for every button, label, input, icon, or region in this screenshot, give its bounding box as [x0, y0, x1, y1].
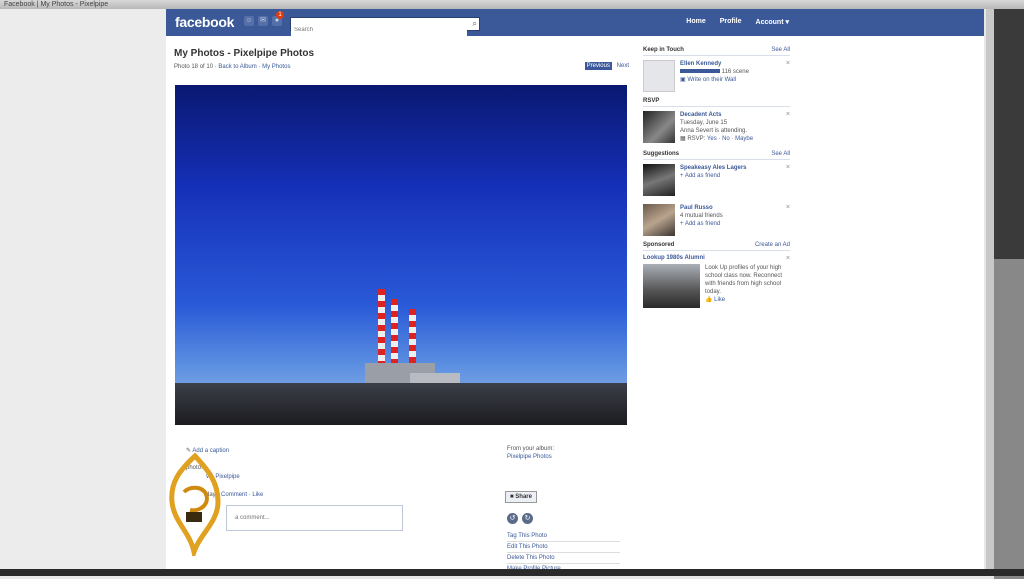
share-label: Share [515, 494, 532, 500]
window-titlebar: Facebook | My Photos - Pixelpipe [0, 0, 1024, 9]
rsvp-card: Decadent Acts Tuesday, June 15 Anna Seve… [643, 111, 790, 147]
top-navigation-bar: facebook ☺ ✉ ● 1 ⌕ Home Profile Account … [166, 9, 984, 36]
rsvp-no[interactable]: No [722, 136, 730, 142]
ad-like-label: Like [714, 297, 726, 303]
edit-photo-link[interactable]: Edit This Photo [507, 542, 620, 553]
previous-button[interactable]: Previous [584, 62, 612, 70]
close-icon[interactable]: × [786, 60, 790, 67]
ad-image[interactable] [643, 264, 700, 308]
event-thumbnail[interactable] [643, 111, 675, 143]
from-album-label: From your album: [507, 446, 555, 452]
window-title: Facebook | My Photos - Pixelpipe [4, 1, 109, 8]
comment-box [226, 505, 403, 531]
tag-photo-link[interactable]: Tag This Photo [507, 531, 620, 542]
search-box: ⌕ [290, 17, 480, 36]
sponsored-title: Sponsored [643, 242, 675, 248]
ad-title[interactable]: Lookup 1980s Alumni [643, 255, 790, 261]
suggestions-header: Suggestions See All [643, 151, 790, 160]
like-link[interactable]: Like [252, 492, 263, 498]
thumbs-up-icon: 👍 [705, 297, 715, 303]
top-nav-links: Home Profile Account ▾ [686, 18, 789, 26]
delete-photo-link[interactable]: Delete This Photo [507, 553, 620, 564]
suggestion-thumbnail[interactable] [643, 204, 675, 236]
friend-name[interactable]: Ellen Kennedy [680, 60, 790, 68]
keep-in-touch-header: Keep in Touch See All [643, 47, 790, 56]
city-skyline [175, 383, 627, 425]
rotate-right-icon[interactable]: ↻ [522, 513, 533, 524]
left-background [0, 9, 166, 576]
nav-profile[interactable]: Profile [720, 18, 742, 26]
search-icon[interactable]: ⌕ [473, 19, 477, 29]
rotate-left-icon[interactable]: ↺ [507, 513, 518, 524]
add-friend-label: Add as friend [684, 221, 721, 227]
friend-meta-row: 116 scene [680, 68, 790, 76]
create-ad-link[interactable]: Create an Ad [755, 242, 790, 248]
add-friend-label: Add as friend [684, 173, 721, 179]
suggestion-thumbnail[interactable] [643, 164, 675, 196]
background-application-window [994, 9, 1024, 579]
suggestion-name[interactable]: Paul Russo [680, 204, 790, 212]
add-friend-link[interactable]: + Add as friend [680, 172, 790, 180]
messages-icon[interactable]: ✉ [258, 16, 268, 26]
add-friend-link[interactable]: + Add as friend [680, 220, 790, 228]
back-to-album-link[interactable]: Back to Album [218, 64, 256, 70]
close-icon[interactable]: × [786, 204, 790, 211]
suggestions-title: Suggestions [643, 151, 680, 157]
event-name[interactable]: Decadent Acts [680, 111, 790, 119]
next-link[interactable]: Next [617, 63, 629, 69]
rsvp-maybe[interactable]: Maybe [735, 136, 753, 142]
ad-like-link[interactable]: 👍 Like [705, 296, 790, 304]
breadcrumb: Photo 18 of 10 · Back to Album · My Phot… [174, 64, 629, 70]
sponsored-header: Sponsored Create an Ad [643, 242, 790, 251]
write-on-wall-link[interactable]: ▣ Write on their Wall [680, 76, 790, 84]
rsvp-label: RSVP: [687, 136, 706, 142]
event-date: Tuesday, June 15 [680, 120, 728, 126]
album-link-wrap: Pixelpipe Photos [507, 454, 552, 460]
page-title: My Photos - Pixelpipe Photos [174, 48, 315, 59]
notification-count-badge: 1 [276, 11, 284, 19]
nav-account[interactable]: Account ▾ [756, 18, 789, 26]
suggestion-card: Paul Russo 4 mutual friends + Add as fri… [643, 204, 790, 240]
write-on-wall-label: Write on their Wall [687, 77, 737, 83]
photo-counter: Photo 18 of 10 [174, 64, 214, 70]
ad-card: Lookup 1980s Alumni × Look Up profiles o… [643, 255, 790, 315]
main-photo[interactable] [175, 85, 627, 425]
suggestion-name[interactable]: Speakeasy Ales Lagers [680, 164, 790, 172]
suggestions-see-all[interactable]: See All [771, 151, 790, 157]
avatar[interactable] [643, 60, 675, 92]
share-button[interactable]: ■ Share [505, 491, 537, 503]
facebook-logo[interactable]: facebook [175, 14, 234, 30]
ad-text: Look Up profiles of your high school cla… [705, 265, 783, 295]
right-sidebar: Keep in Touch See All Ellen Kennedy 116 … [643, 47, 790, 315]
event-attending: Anna Severt is attending. [680, 128, 748, 134]
nav-home[interactable]: Home [686, 18, 705, 26]
search-input[interactable] [291, 24, 467, 36]
background-panel [994, 259, 1024, 579]
album-name-link[interactable]: Pixelpipe Photos [507, 454, 552, 460]
close-icon[interactable]: × [786, 164, 790, 171]
photo-pager: Previous Next [584, 62, 629, 70]
keep-in-touch-card: Ellen Kennedy 116 scene ▣ Write on their… [643, 60, 790, 96]
progress-bar [680, 69, 720, 74]
bottom-edge [0, 569, 1024, 576]
browser-scrollbar[interactable] [986, 9, 994, 576]
broadcaster-logo-watermark [169, 452, 221, 556]
friend-meta: 116 scene [721, 69, 749, 75]
mutual-friends: 4 mutual friends [680, 213, 723, 219]
photo-main-column: My Photos - Pixelpipe Photos Photo 18 of… [174, 48, 629, 70]
close-icon[interactable]: × [786, 255, 790, 262]
keep-in-touch-title: Keep in Touch [643, 47, 684, 53]
keep-in-touch-see-all[interactable]: See All [771, 47, 790, 53]
rsvp-options: ▦ RSVP: Yes · No · Maybe [680, 136, 754, 142]
rotate-controls: ↺ ↻ [507, 513, 533, 524]
suggestion-card: Speakeasy Ales Lagers + Add as friend × [643, 164, 790, 200]
rsvp-header: RSVP [643, 98, 790, 107]
facebook-page: facebook ☺ ✉ ● 1 ⌕ Home Profile Account … [166, 9, 984, 575]
my-photos-link[interactable]: My Photos [262, 64, 290, 70]
rsvp-title: RSVP [643, 98, 660, 104]
friend-requests-icon[interactable]: ☺ [244, 16, 254, 26]
close-icon[interactable]: × [786, 111, 790, 118]
rsvp-yes[interactable]: Yes [707, 136, 717, 142]
comment-input[interactable] [233, 514, 397, 522]
